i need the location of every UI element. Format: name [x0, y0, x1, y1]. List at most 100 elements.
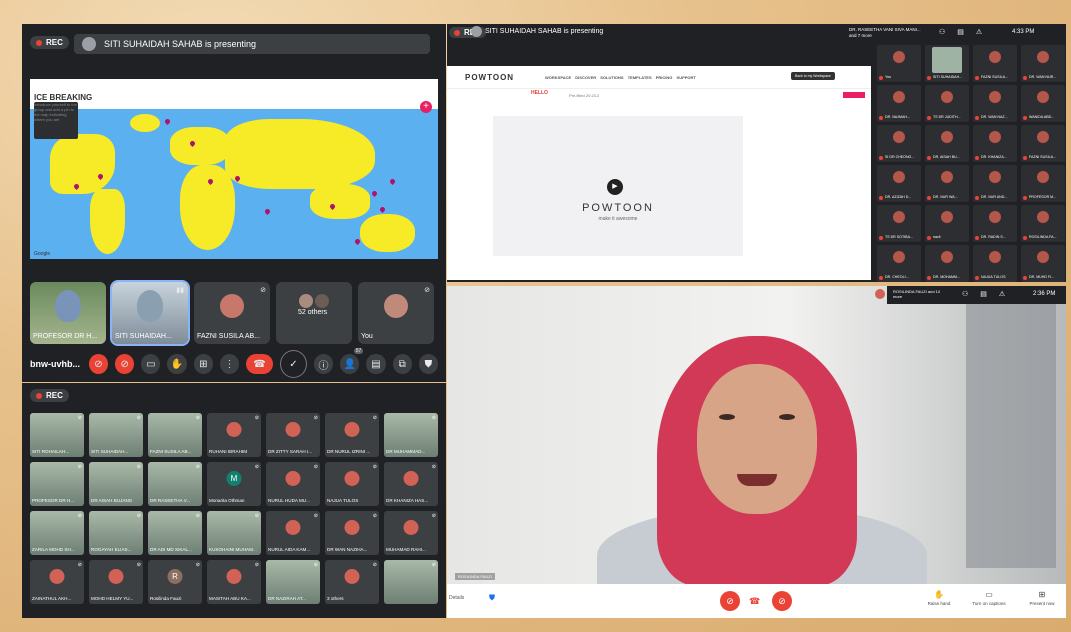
- participant-tile[interactable]: ⊘ SITI SUHAIDAH...: [89, 413, 143, 457]
- participant-tile[interactable]: ⊘ PROFESOR DR H...: [30, 462, 84, 506]
- participant-tile[interactable]: ⊘ FAZNI SUSILA AB...: [148, 413, 202, 457]
- clock-time: 4:33 PM: [1012, 29, 1035, 35]
- participant-tile[interactable]: ⊘ DR NAZIRAH AT...: [266, 560, 320, 604]
- participant-tile[interactable]: ⊘ KUSOHAINI MUHAM...: [207, 511, 261, 555]
- map-pin-icon[interactable]: [163, 117, 172, 126]
- raise-hand-button[interactable]: ✋: [167, 354, 187, 374]
- map-pin-icon[interactable]: [370, 189, 379, 198]
- leave-call-button[interactable]: ☎: [246, 354, 273, 374]
- participant-tile[interactable]: ▮▮ SITI SUHAIDAH...: [110, 280, 190, 346]
- present-button[interactable]: ⊞: [193, 354, 213, 374]
- avatar: [315, 294, 329, 308]
- participant-tile[interactable]: ⊘ DR ZITTY SARAH I...: [266, 413, 320, 457]
- sidebar-participant-tile[interactable]: DR. MOHAMM...: [925, 245, 969, 282]
- sidebar-participant-tile[interactable]: DR. WAN NUR...: [1021, 45, 1065, 82]
- participant-tile[interactable]: ⊘ ROGAYAH ELIAS...: [89, 511, 143, 555]
- participant-tile[interactable]: ⊘ NURUL AIDA KAM...: [266, 511, 320, 555]
- play-icon[interactable]: ▶: [607, 179, 623, 195]
- sidebar-participant-tile[interactable]: DR. KHANIZA...: [973, 125, 1017, 162]
- more-options-button[interactable]: ⋮: [219, 354, 240, 374]
- sidebar-participant-tile[interactable]: DR. AISAH BU...: [925, 125, 969, 162]
- sidebar-participant-tile[interactable]: SITI SUHAIDAH...: [925, 45, 969, 82]
- sidebar-participant-tile[interactable]: FAZNI SUSILA...: [1021, 125, 1065, 162]
- raise-hand-button[interactable]: ✋ Raise hand: [922, 590, 956, 606]
- map-pin-icon[interactable]: [388, 177, 397, 186]
- chat-button[interactable]: ▤: [366, 354, 386, 374]
- sidebar-participant-tile[interactable]: PROFESOR M...: [1021, 165, 1065, 202]
- workspace-button[interactable]: Back to my Workspace: [791, 72, 835, 80]
- sidebar-grid: You SITI SUHAIDAH... FAZNI SUSILA... DR. WA…: [877, 45, 1065, 282]
- participant-tile[interactable]: ⊘ DR AISAH BUJANG: [89, 462, 143, 506]
- participant-tile[interactable]: ⊘ FAZNI SUSILA AB...: [194, 282, 270, 344]
- map-pin-icon[interactable]: [378, 205, 387, 214]
- sidebar-participant-tile[interactable]: DR. CHEOLI...: [877, 245, 921, 282]
- sidebar-participant-tile[interactable]: You: [877, 45, 921, 82]
- participant-tile[interactable]: PROFESOR DR H...: [30, 282, 106, 344]
- sidebar-participant-tile[interactable]: WANIDA ABD...: [1021, 85, 1065, 122]
- participant-tile[interactable]: M ⊘ Monarita Othman: [207, 462, 261, 506]
- participant-tile[interactable]: ⊘ RUHANI IBRAHIM: [207, 413, 261, 457]
- participant-tile[interactable]: ⊘ DR NURUL IZRINI ...: [325, 413, 379, 457]
- participant-tile[interactable]: ⊘ MUHAMAD RAHI...: [384, 511, 438, 555]
- sidebar-participant-tile[interactable]: DR. MUHD FI...: [1021, 245, 1065, 282]
- camera-off-button[interactable]: ⊘: [772, 591, 792, 611]
- pink-button[interactable]: [843, 92, 865, 98]
- sidebar-participant-tile[interactable]: DR. RADIN S...: [973, 205, 1017, 242]
- nav-links[interactable]: WORKSPACE DISCOVER SOLUTIONS TEMPLATES P…: [545, 75, 696, 80]
- info-button[interactable]: ⓘ: [313, 354, 334, 374]
- sidebar-participant-tile[interactable]: FAZNI SUSILA...: [973, 45, 1017, 82]
- participant-tile[interactable]: ⊘ DR ADI MD SIKAL...: [148, 511, 202, 555]
- participant-tile[interactable]: ⊘ NURUL HUDA MU...: [266, 462, 320, 506]
- shared-map[interactable]: ICE BREAKING Introduce yourself to the g…: [30, 79, 438, 259]
- participant-tile[interactable]: ⊘ DR WAN NAZIHA...: [325, 511, 379, 555]
- mic-off-button[interactable]: ⊘: [88, 354, 109, 374]
- activities-button[interactable]: ⧉: [392, 354, 412, 374]
- participant-tile[interactable]: ⊘ DR KHANIZA HAS...: [384, 462, 438, 506]
- participant-name: DR NAZIRAH AT...: [268, 596, 306, 601]
- people-button[interactable]: 👤 57: [340, 348, 364, 374]
- sidebar-participant-tile[interactable]: DR. AZIZAH D...: [877, 165, 921, 202]
- others-tile[interactable]: 52 others: [276, 282, 352, 344]
- participant-tile[interactable]: ⊘ ZARILA MOHD SH...: [30, 511, 84, 555]
- toolbar-icons[interactable]: ⚇▤⚠: [962, 290, 1017, 298]
- captions-button[interactable]: ▭: [141, 354, 161, 374]
- participant-tile[interactable]: ⊘: [384, 560, 438, 604]
- toolbar-icons[interactable]: ⚇▤⚠: [939, 28, 994, 36]
- sidebar-participant-tile[interactable]: DR. NUR WA...: [925, 165, 969, 202]
- meeting-code: bnw-uvhb...: [30, 359, 80, 369]
- add-pin-button[interactable]: +: [420, 101, 432, 113]
- participant-tile[interactable]: ⊘ 3 others: [325, 560, 379, 604]
- avatar: [403, 471, 419, 486]
- participant-tile[interactable]: ⊘ MOHD HELMY YU...: [89, 560, 143, 604]
- sidebar-participant-tile[interactable]: TS DR SOTIBA...: [877, 205, 921, 242]
- mic-off-button[interactable]: ⊘: [720, 591, 740, 611]
- mic-off-icon: ⊘: [195, 464, 200, 470]
- sidebar-participant-tile[interactable]: TS DR JUDITH...: [925, 85, 969, 122]
- participant-tile[interactable]: ⊘ NAJUA TULOS: [325, 462, 379, 506]
- sidebar-participant-tile[interactable]: DR. NAJMAH...: [877, 85, 921, 122]
- sidebar-participant-tile[interactable]: SI DR CHEONG...: [877, 125, 921, 162]
- sidebar-participant-tile[interactable]: NAJUA TULOS: [973, 245, 1017, 282]
- participant-name: nazli: [933, 235, 941, 239]
- self-tile[interactable]: ⊘ You: [358, 282, 434, 344]
- participant-name: MUHAMAD RAHI...: [386, 547, 426, 552]
- sidebar-participant-tile[interactable]: DR. WAN NAZ...: [973, 85, 1017, 122]
- participant-tile[interactable]: R ⊘ Rosilinda Fauzi: [148, 560, 202, 604]
- map-pin-icon[interactable]: [263, 207, 272, 216]
- host-controls-button[interactable]: ⛊: [418, 354, 438, 374]
- sidebar-participant-tile[interactable]: nazli: [925, 205, 969, 242]
- camera-off-button[interactable]: ⊘: [115, 354, 135, 374]
- participant-tile[interactable]: ⊘ DR MUHAMMAD...: [384, 413, 438, 457]
- participant-tile[interactable]: ⊘ ZAINATHUL AKH...: [30, 560, 84, 604]
- participant-tile[interactable]: ⊘ MASITAH ABU KA...: [207, 560, 261, 604]
- present-button[interactable]: ⊞ Present now: [1025, 590, 1059, 606]
- powtoon-video[interactable]: ▶ POWTOON make it awesome: [493, 116, 743, 256]
- captions-button[interactable]: ▭ Turn on captions: [972, 590, 1006, 606]
- participant-tile[interactable]: ⊘ DR RASEETHA V...: [148, 462, 202, 506]
- sidebar-participant-tile[interactable]: ROSILINDA FA...: [1021, 205, 1065, 242]
- shield-icon[interactable]: ⛊: [489, 593, 495, 603]
- leave-call-button[interactable]: ☎: [749, 596, 760, 607]
- participant-tile[interactable]: ⊘ SITI ROHAILAH...: [30, 413, 84, 457]
- sidebar-participant-tile[interactable]: DR. NUR AND...: [973, 165, 1017, 202]
- meeting-details-link[interactable]: Details: [449, 595, 464, 601]
